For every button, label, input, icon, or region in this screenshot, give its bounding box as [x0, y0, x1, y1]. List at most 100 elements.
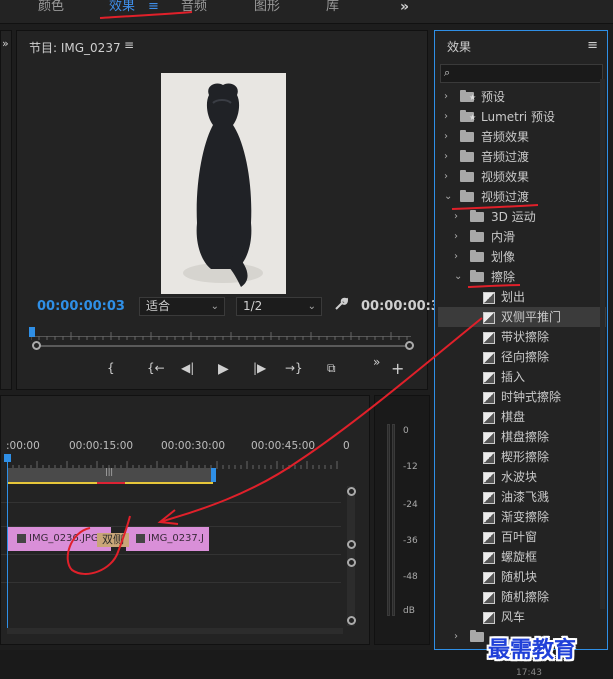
effects-tree-item[interactable]: 棋盘擦除 [438, 427, 606, 447]
chevron-right-icon[interactable]: › [444, 127, 454, 147]
effects-tree-item-label: 随机擦除 [501, 590, 550, 604]
timeline-ruler-label: :00:00 [6, 440, 40, 452]
add-button-icon[interactable]: + [391, 359, 404, 378]
effects-tree-item[interactable]: 径向擦除 [438, 347, 606, 367]
effects-tree-item[interactable]: 油漆飞溅 [438, 487, 606, 507]
scroll-handle[interactable] [347, 616, 356, 625]
mark-in-button[interactable]: { [107, 361, 115, 375]
effects-tree-item[interactable]: › ★ Lumetri 预设 [438, 107, 606, 127]
current-timecode[interactable]: 00:00:00:03 [37, 299, 125, 314]
work-area-end-handle[interactable] [211, 468, 216, 482]
folder-icon [460, 190, 474, 202]
workspace-tab-libraries[interactable]: 库 [326, 0, 339, 14]
go-to-in-button[interactable]: {← [147, 361, 165, 375]
effects-tree-item[interactable]: › 音频效果 [438, 127, 606, 147]
effects-tree-item-label: 预设 [481, 90, 506, 104]
program-zoom-scrollbar[interactable] [37, 345, 409, 347]
effects-tree-item[interactable]: 风车 [438, 607, 606, 627]
workspace-menu-icon[interactable]: ≡ [148, 0, 159, 14]
render-bar-red [97, 482, 125, 484]
program-monitor-title[interactable]: 节目: IMG_0237 [29, 39, 121, 56]
meter-channel-left [387, 424, 390, 616]
play-button[interactable]: ▶ [218, 361, 229, 377]
chevron-right-icon[interactable]: › [454, 247, 464, 267]
workspace-tab-effects[interactable]: 效果 [109, 0, 135, 14]
program-monitor-menu-icon[interactable]: ≡ [124, 38, 134, 52]
timeline-panel: :00:00 00:00:15:00 00:00:30:00 00:00:45:… [0, 395, 370, 645]
bottom-text: 17:43 [516, 668, 542, 678]
effects-tree-item[interactable]: 随机块 [438, 567, 606, 587]
export-frame-button[interactable]: ⧉ [327, 361, 336, 376]
workspace-more-icon[interactable]: » [400, 0, 409, 14]
effects-tree-item[interactable]: 带状擦除 [438, 327, 606, 347]
effects-tree-item[interactable]: 水波块 [438, 467, 606, 487]
effects-tree-item[interactable]: 时钟式擦除 [438, 387, 606, 407]
go-to-out-button[interactable]: →} [285, 361, 303, 375]
effects-tree-item[interactable]: 双侧平推门 [438, 307, 606, 327]
chevron-right-icon[interactable]: › [444, 167, 454, 187]
effects-tree-item[interactable]: ⌄ 擦除 [438, 267, 606, 287]
scroll-handle[interactable] [347, 540, 356, 549]
search-icon: ⌕ [444, 66, 451, 79]
chevron-right-icon[interactable]: › [444, 87, 454, 107]
step-forward-button[interactable]: |▶ [253, 361, 266, 375]
effects-panel-menu-icon[interactable]: ≡ [587, 38, 598, 53]
timeline-horizontal-scrollbar[interactable] [7, 628, 343, 634]
effects-tree-item-label: Lumetri 预设 [481, 110, 555, 124]
effects-tree-item-label: 楔形擦除 [501, 450, 550, 464]
chevron-right-icon[interactable]: › [454, 227, 464, 247]
chevron-down-icon[interactable]: ⌄ [444, 187, 454, 207]
effects-search-input[interactable]: ⌕ [440, 64, 603, 83]
workspace-tab-graphics[interactable]: 图形 [254, 0, 280, 14]
zoom-handle-left[interactable] [32, 341, 41, 350]
fit-dropdown[interactable]: 适合 ⌄ [139, 297, 225, 316]
settings-wrench-icon[interactable] [334, 297, 349, 315]
effects-tree-item[interactable]: 渐变擦除 [438, 507, 606, 527]
scroll-handle[interactable] [347, 487, 356, 496]
workspace-tab-color[interactable]: 颜色 [38, 0, 64, 14]
panel-expand-icon[interactable]: » [2, 37, 9, 50]
effects-tree-item[interactable]: › 内滑 [438, 227, 606, 247]
effects-tree-item[interactable]: ⌄ 视频过渡 [438, 187, 606, 207]
work-area-grip[interactable]: ||| [105, 467, 113, 476]
timeline-playhead[interactable] [7, 454, 8, 634]
timeline-vertical-scrollbar[interactable] [347, 486, 355, 626]
effects-tree-item[interactable]: 插入 [438, 367, 606, 387]
more-controls-icon[interactable]: » [373, 355, 380, 369]
scroll-handle[interactable] [347, 558, 356, 567]
effects-tree-item[interactable]: 百叶窗 [438, 527, 606, 547]
effects-scrollbar[interactable] [600, 79, 605, 609]
transition-effect-icon [483, 312, 495, 324]
effects-tree-item[interactable]: › 视频效果 [438, 167, 606, 187]
chevron-right-icon[interactable]: › [444, 107, 454, 127]
effects-tree-item[interactable]: 螺旋框 [438, 547, 606, 567]
effects-tree-item[interactable]: 棋盘 [438, 407, 606, 427]
effects-tree-item[interactable]: 楔形擦除 [438, 447, 606, 467]
program-playhead[interactable] [29, 327, 35, 337]
step-back-button[interactable]: ◀| [181, 361, 194, 375]
transition-marker[interactable]: 双侧 [97, 533, 129, 547]
timeline-clip[interactable]: IMG_0237.J [126, 527, 209, 551]
star-icon: ★ [469, 93, 477, 102]
effects-tree-item-label: 渐变擦除 [501, 510, 550, 524]
program-time-ruler[interactable] [30, 329, 411, 340]
timeline-ruler[interactable] [6, 458, 341, 469]
resolution-dropdown[interactable]: 1/2 ⌄ [236, 297, 322, 316]
timeline-clip[interactable]: IMG_0236.JPG [7, 527, 111, 551]
chevron-right-icon[interactable]: › [454, 207, 464, 227]
chevron-right-icon[interactable]: › [454, 627, 464, 647]
effects-tree-item[interactable]: 划出 [438, 287, 606, 307]
zoom-handle-right[interactable] [405, 341, 414, 350]
effects-tree-item[interactable]: › 3D 运动 [438, 207, 606, 227]
chevron-right-icon[interactable]: › [444, 147, 454, 167]
folder-icon [470, 230, 484, 242]
effects-tree-item[interactable]: › 音频过渡 [438, 147, 606, 167]
chevron-down-icon[interactable]: ⌄ [454, 267, 464, 287]
effects-panel-title[interactable]: 效果 [447, 38, 471, 55]
effects-tree-item-label: 插入 [501, 370, 526, 384]
workspace-tab-audio[interactable]: 音频 [181, 0, 207, 14]
effects-tree-item[interactable]: › ★ 预设 [438, 87, 606, 107]
effects-tree-item[interactable]: › 划像 [438, 247, 606, 267]
effects-panel: 效果 ≡ ⌕ › ★ 预设 › ★ Lumetri 预设 › 音频效果 › 音频过渡 › 视频效果 ⌄ 视… [434, 30, 608, 650]
effects-tree-item[interactable]: 随机擦除 [438, 587, 606, 607]
